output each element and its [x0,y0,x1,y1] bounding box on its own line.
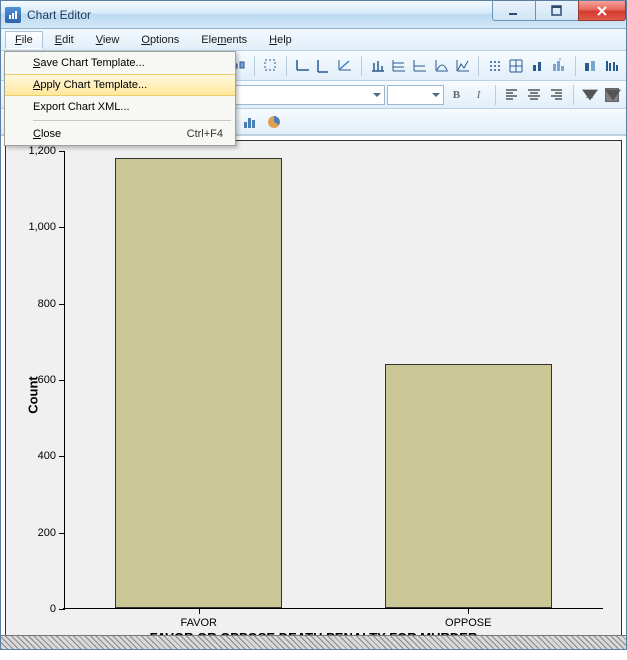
bar-chart-icon[interactable] [239,111,261,133]
y-tick [59,151,64,152]
font-size-select[interactable] [387,85,444,105]
close-shortcut: Ctrl+F4 [187,128,223,140]
app-window: Chart Editor File Edit View Options Elem… [0,0,627,650]
x-tick-label: FAVOR [181,617,217,629]
fill-color-button[interactable] [602,84,622,106]
explode-slice-icon[interactable] [581,55,600,77]
text-color-button[interactable]: A [579,84,599,106]
y-tick-label: 600 [16,374,56,386]
font-family-select[interactable] [219,85,385,105]
titlebar: Chart Editor [1,1,626,29]
y-tick [59,609,64,610]
menu-options[interactable]: Options [131,31,189,49]
hide-grid-icon[interactable] [411,55,430,77]
select-tool-icon[interactable] [261,55,280,77]
y-axis-icon[interactable] [315,55,334,77]
window-title: Chart Editor [27,8,493,22]
y-tick [59,304,64,305]
bar[interactable] [115,158,282,608]
chart-inner: Count 02004006008001,0001,200FAVOROPPOSE… [5,140,622,649]
file-menu-dropdown: Save Chart Template... Apply Chart Templ… [4,51,236,146]
italic-button[interactable]: I [469,84,489,106]
bar-style-icon[interactable]: A [549,55,568,77]
x-tick-label: OPPOSE [445,617,491,629]
align-left-icon[interactable] [502,84,522,106]
x-tick [199,609,200,614]
menu-separator [33,120,231,121]
interpolation-icon[interactable] [453,55,472,77]
plot-area: 02004006008001,0001,200FAVOROPPOSE [64,151,603,609]
menubar: File Edit View Options Elements Help [1,29,626,51]
show-grid-icon[interactable] [389,55,408,77]
window-controls [493,1,626,28]
y-tick [59,456,64,457]
menu-close[interactable]: Close Ctrl+F4 [5,123,235,145]
distribution-icon[interactable] [432,55,451,77]
y-tick-label: 1,000 [16,221,56,233]
bar[interactable] [385,364,552,608]
minimize-button[interactable] [492,1,536,21]
grid-3x3-icon[interactable] [507,55,526,77]
close-button[interactable] [578,1,626,21]
maximize-button[interactable] [535,1,579,21]
svg-text:A: A [559,58,561,61]
data-label-icon[interactable] [368,55,387,77]
y-axis-line [64,151,65,610]
y-tick [59,380,64,381]
menu-elements[interactable]: Elements [191,31,257,49]
y-tick-label: 200 [16,527,56,539]
menu-view[interactable]: View [86,31,130,49]
align-right-icon[interactable] [546,84,566,106]
y-tick [59,533,64,534]
bold-button[interactable]: B [446,84,466,106]
menu-export-chart-xml[interactable]: Export Chart XML... [5,96,235,118]
align-center-icon[interactable] [524,84,544,106]
menu-file[interactable]: File [5,31,43,49]
app-icon [5,7,21,23]
menu-apply-chart-template[interactable]: Apply Chart Template... [5,74,235,96]
y-tick-label: 1,200 [16,145,56,157]
y-tick [59,227,64,228]
chart-canvas[interactable]: Count 02004006008001,0001,200FAVOROPPOSE… [1,135,626,649]
menu-help[interactable]: Help [259,31,302,49]
x-tick [468,609,469,614]
pie-chart-icon[interactable] [263,111,285,133]
bar-group-icon[interactable] [603,55,622,77]
y-tick-label: 800 [16,298,56,310]
y-tick-label: 0 [16,603,56,615]
grid-dots-icon[interactable] [485,55,504,77]
menu-edit[interactable]: Edit [45,31,84,49]
x-axis-line [63,608,603,609]
hatched-spacer [1,635,626,649]
fit-line-icon[interactable] [336,55,355,77]
y-tick-label: 400 [16,450,56,462]
bar-value-icon[interactable] [528,55,547,77]
menu-save-chart-template[interactable]: Save Chart Template... [5,52,235,74]
x-axis-icon[interactable] [293,55,312,77]
